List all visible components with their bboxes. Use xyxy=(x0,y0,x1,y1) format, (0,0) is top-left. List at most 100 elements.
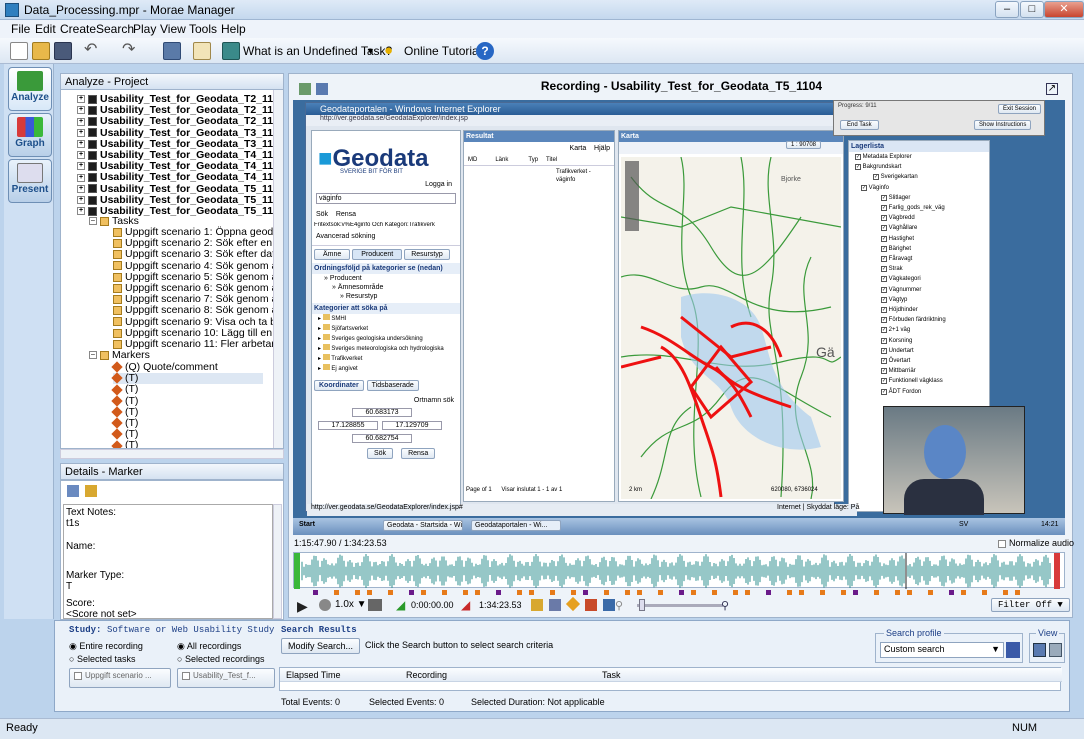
col-recording[interactable]: Recording xyxy=(406,670,447,680)
timeline-marker[interactable] xyxy=(388,590,393,595)
zoom-slider-track[interactable] xyxy=(637,604,723,607)
layer-item[interactable]: ✓ Väginfo xyxy=(855,183,989,193)
ortnamn-link[interactable]: Ortnamn sök xyxy=(312,391,460,406)
layer-item[interactable]: ✓ Höjdhinder xyxy=(855,305,989,315)
online-tutorials-link[interactable]: Online Tutorials xyxy=(404,44,487,58)
snapshot-icon[interactable] xyxy=(603,599,615,611)
login-link[interactable]: Logga in xyxy=(312,175,460,190)
menu-file[interactable]: File xyxy=(11,22,30,36)
end-task-button[interactable]: End Task xyxy=(840,120,879,130)
kategori-item[interactable]: ▸ Ej angivet xyxy=(318,364,460,374)
filter-dropdown[interactable]: Filter Off ▼ xyxy=(991,598,1070,612)
layer-item[interactable]: ✓ Farlig_gods_rek_väg xyxy=(855,203,989,213)
timeline-track[interactable] xyxy=(293,552,1065,589)
timeline-marker[interactable] xyxy=(895,590,900,595)
layer-item[interactable]: ✓ Övertart xyxy=(855,356,989,366)
film-icon[interactable] xyxy=(549,599,561,611)
sok-btn[interactable]: Sök xyxy=(316,211,328,218)
timeline-marker[interactable] xyxy=(874,590,879,595)
timeline-marker[interactable] xyxy=(421,590,426,595)
help-icon[interactable]: ? xyxy=(476,42,494,60)
timeline-marker[interactable] xyxy=(982,590,987,595)
col-task[interactable]: Task xyxy=(602,670,621,680)
timeline-marker[interactable] xyxy=(367,590,372,595)
timeline-marker[interactable] xyxy=(496,590,501,595)
layer-item[interactable]: ✓ Undertart xyxy=(855,346,989,356)
menu-help[interactable]: Help xyxy=(221,22,246,36)
coord-west[interactable]: 17.128855 xyxy=(318,421,378,430)
flag-icon[interactable] xyxy=(585,599,597,611)
menu-edit[interactable]: Edit xyxy=(35,22,56,36)
in-point-icon[interactable]: ◢ xyxy=(396,598,405,612)
kategori-item[interactable]: ▸ Sjöfartsverket xyxy=(318,324,460,334)
timeline-marker[interactable] xyxy=(949,590,954,595)
radio-entire-recording[interactable]: ◉ Entire recording xyxy=(69,641,143,652)
timeline-marker[interactable] xyxy=(658,590,663,595)
col-elapsed[interactable]: Elapsed Time xyxy=(286,670,341,680)
copy-icon[interactable] xyxy=(67,485,79,497)
tidsbaserade-tab[interactable]: Tidsbaserade xyxy=(366,380,419,391)
timeline-marker[interactable] xyxy=(961,590,966,595)
layer-item[interactable]: ✓ Korsning xyxy=(855,336,989,346)
markers-node[interactable]: – Markers xyxy=(89,350,150,361)
timeline-marker[interactable] xyxy=(442,590,447,595)
menu-search[interactable]: Search xyxy=(96,22,134,36)
open-folder-icon[interactable] xyxy=(32,42,50,60)
timeline-marker[interactable] xyxy=(745,590,750,595)
results-table[interactable]: Elapsed Time Recording Task xyxy=(279,667,1062,691)
zoom-thumb[interactable] xyxy=(639,599,645,611)
timeline-marker[interactable] xyxy=(529,590,534,595)
checklist-icon[interactable] xyxy=(193,42,211,60)
zoom-out-icon[interactable]: ⚲ xyxy=(615,599,623,612)
producent-tab[interactable]: Producent xyxy=(352,249,403,260)
exit-session-button[interactable]: Exit Session xyxy=(998,104,1042,114)
layer-item[interactable]: ✓ Vägkategori xyxy=(855,274,989,284)
layer-item[interactable]: ✓ Vägbredd xyxy=(855,213,989,223)
timeline-marker[interactable] xyxy=(355,590,360,595)
layer-item[interactable]: ✓ Metadata Explorer xyxy=(855,152,989,162)
timeline-marker[interactable] xyxy=(1015,590,1020,595)
close-button[interactable]: ✕ xyxy=(1044,1,1084,18)
karta-btn[interactable]: Karta xyxy=(570,145,587,152)
new-icon[interactable] xyxy=(10,42,28,60)
list-view-icon[interactable] xyxy=(1033,643,1046,657)
menu-view[interactable]: View xyxy=(160,22,186,36)
timeline-marker[interactable] xyxy=(712,590,717,595)
timeline-marker[interactable] xyxy=(313,590,318,595)
layer-item[interactable]: ✓ Strak xyxy=(855,264,989,274)
zoom-in-icon[interactable]: ⚲ xyxy=(721,599,729,612)
amne-tab[interactable]: Ämne xyxy=(314,249,351,260)
coord-east[interactable]: 17.129709 xyxy=(382,421,442,430)
map-canvas[interactable]: Gä Bjorke 2 km 620080, 6736024 xyxy=(621,157,841,499)
timeline-marker[interactable] xyxy=(907,590,912,595)
timeline-marker[interactable] xyxy=(733,590,738,595)
radio-all-recordings[interactable]: ◉ All recordings xyxy=(177,641,241,652)
timeline-marker[interactable] xyxy=(853,590,858,595)
layer-item[interactable]: ✓ Förbuden färdriktning xyxy=(855,315,989,325)
layer-item[interactable]: ✓ Bärighet xyxy=(855,244,989,254)
timeline-end-marker[interactable] xyxy=(1054,553,1060,589)
timeline-marker[interactable] xyxy=(1003,590,1008,595)
selected-recordings-box[interactable]: Usability_Test_f... xyxy=(177,668,275,688)
timeline-marker[interactable] xyxy=(409,590,414,595)
menu-play[interactable]: Play xyxy=(133,22,156,36)
radio-selected-recordings[interactable]: ○ Selected recordings xyxy=(177,654,264,664)
timeline-marker[interactable] xyxy=(820,590,825,595)
edit-icon[interactable] xyxy=(85,485,97,497)
layer-item[interactable]: ✓ Mittbarriär xyxy=(855,366,989,376)
resurstyp-tab[interactable]: Resurstyp xyxy=(404,249,450,260)
layer-item[interactable]: ✓ Vägnummer xyxy=(855,285,989,295)
speed-select[interactable]: 1.0x ▼ xyxy=(335,599,367,610)
kategori-item[interactable]: ▸ SMHI xyxy=(318,314,460,324)
coord-north[interactable]: 60.683173 xyxy=(352,408,412,417)
timeline-marker[interactable] xyxy=(841,590,846,595)
search-profile-select[interactable]: Custom search ▼ xyxy=(880,642,1004,658)
timeline-marker[interactable] xyxy=(517,590,522,595)
save-profile-icon[interactable] xyxy=(1006,642,1020,658)
coord-sok-button[interactable]: Sök xyxy=(367,448,394,459)
project-tree[interactable]: + Usability_Test_for_Geodata_T2_1102 + Usab… xyxy=(60,89,284,449)
taskbar-item-geodataportalen[interactable]: Geodataportalen - Wi... xyxy=(471,520,561,531)
play-icon[interactable]: ▶ xyxy=(297,598,308,615)
nav-analyze[interactable]: Analyze xyxy=(8,67,52,111)
result-row[interactable]: Trafikverket - väginfo xyxy=(464,166,614,184)
